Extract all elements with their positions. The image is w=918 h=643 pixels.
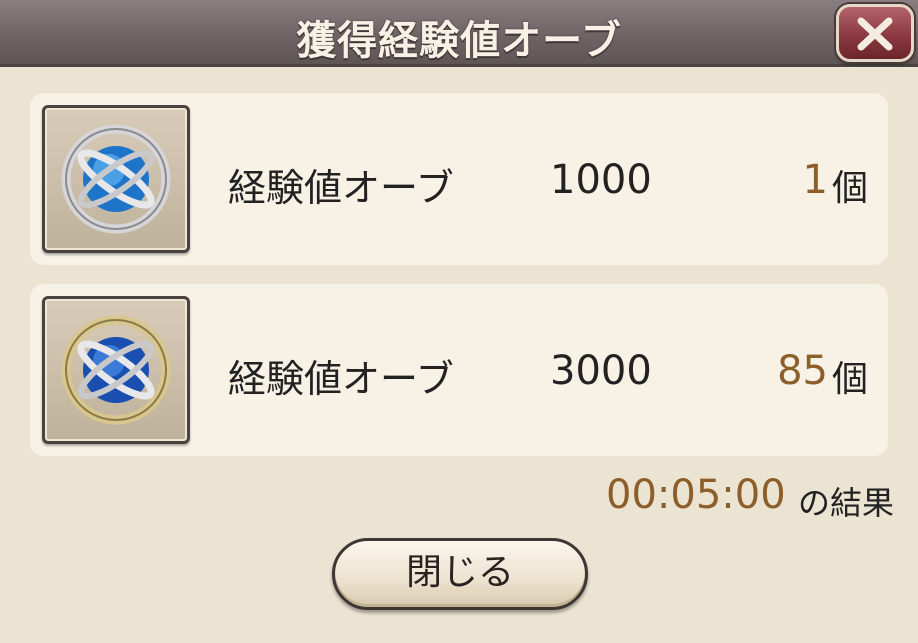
- item-exp-value: 1000: [550, 157, 652, 203]
- exp-orb-icon: [61, 124, 171, 234]
- item-name: 経験値オーブ: [228, 166, 454, 210]
- count-unit: 個: [831, 168, 868, 209]
- count-unit: 個: [831, 359, 868, 400]
- exp-orb-icon: [61, 315, 171, 425]
- result-label: の結果: [798, 484, 895, 522]
- item-icon-frame: [42, 296, 190, 444]
- close-button-x[interactable]: [836, 4, 914, 62]
- close-x-icon: [857, 17, 893, 51]
- dialog-title: 獲得経験値オーブ: [296, 18, 622, 64]
- title-bar: 獲得経験値オーブ: [0, 0, 918, 67]
- item-count: 85: [777, 348, 828, 394]
- close-button[interactable]: 閉じる: [332, 538, 588, 610]
- item-count: 1: [802, 157, 828, 203]
- list-item: 経験値オーブ 1000 1 個: [30, 93, 888, 265]
- elapsed-time: 00:05:00: [606, 472, 786, 518]
- item-exp-value: 3000: [550, 348, 652, 394]
- list-item: 経験値オーブ 3000 85 個: [30, 284, 888, 456]
- item-name: 経験値オーブ: [228, 357, 454, 401]
- item-icon-frame: [42, 105, 190, 253]
